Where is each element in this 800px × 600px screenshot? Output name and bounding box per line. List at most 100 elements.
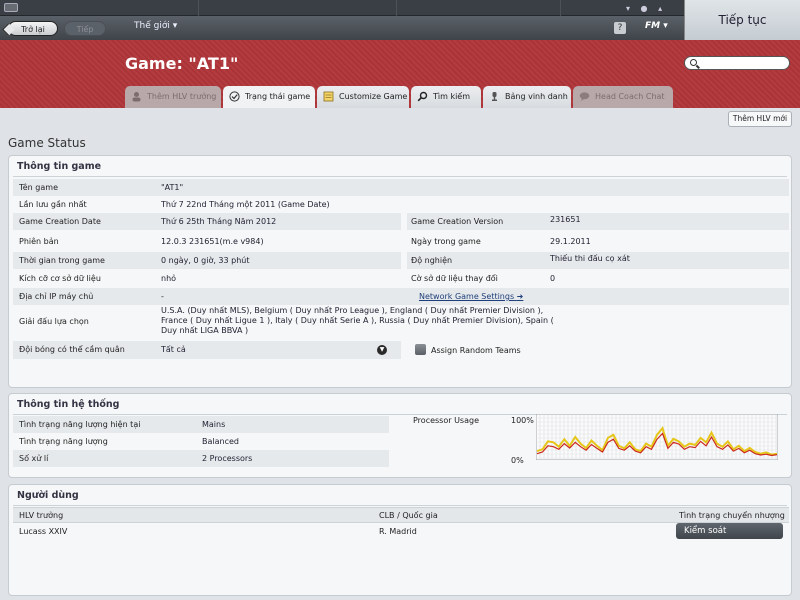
tab-hall-of-fame[interactable]: Bảng vinh danh [483, 86, 571, 108]
label: Độ nghiện [411, 256, 453, 265]
page-title: Game: "AT1" [125, 54, 239, 73]
info-row: Ngày trong game 29.1.2011 [407, 233, 789, 250]
section-heading: Game Status [8, 136, 86, 150]
game-info-panel: Thông tin game Tên game "AT1" Lần lưu gầ… [8, 155, 792, 388]
table-row[interactable]: Lucass XXIV R. Madrid [13, 524, 789, 541]
window-controls-icon[interactable]: ▾ ● ▴ [626, 4, 666, 13]
info-row: Thời gian trong game 0 ngày, 0 giờ, 33 p… [13, 252, 401, 269]
label: Đội bóng có thể cầm quân [19, 345, 125, 354]
teams-select[interactable]: Tất cả [161, 341, 186, 358]
info-row: Tên game "AT1" [13, 179, 789, 196]
search-icon [690, 59, 697, 66]
divider [13, 176, 787, 177]
info-row: Đội bóng có thể cầm quân Tất cả ▼ [13, 341, 401, 359]
chevron-down-icon: ▾ [663, 21, 668, 31]
strip-divider [396, 0, 397, 16]
axis-min-label: 0% [511, 456, 524, 465]
value: Thứ 6 25th Tháng Năm 2012 [161, 217, 277, 226]
dropdown-arrow-icon[interactable]: ▼ [377, 345, 387, 355]
tab-label: Head Coach Chat [595, 92, 665, 101]
chat-icon [579, 92, 590, 101]
value: 0 ngày, 0 giờ, 33 phút [161, 256, 250, 265]
trophy-icon [492, 92, 497, 101]
top-strip: ▾ ● ▴ [0, 0, 684, 16]
add-coach-button[interactable]: Thêm HLV mới [728, 111, 792, 127]
label: Thời gian trong game [19, 256, 105, 265]
tab-game-status[interactable]: Trạng thái game [223, 86, 315, 108]
label: Số xử lí [19, 454, 49, 463]
check-icon [229, 91, 240, 102]
value: Balanced [202, 437, 239, 446]
link-label: Network Game Settings [419, 292, 515, 301]
info-row: Địa chỉ IP máy chủ - Network Game Settin… [13, 288, 789, 305]
help-button[interactable]: ? [614, 22, 626, 34]
club-name: R. Madrid [379, 527, 417, 536]
random-teams-checkbox[interactable] [415, 344, 426, 355]
search-icon [417, 91, 428, 102]
value: nhỏ [161, 274, 177, 283]
tab-label: Thêm HLV trưởng [147, 92, 217, 101]
tab-label: Tìm kiếm [433, 92, 471, 101]
info-row: Độ nghiện Thiếu thi đấu cọ xát [407, 252, 789, 269]
value: 0 [550, 274, 556, 283]
panel-title: Thông tin hệ thống [17, 399, 120, 410]
info-row: Số xử lí 2 Processors [13, 450, 389, 467]
control-button[interactable]: Kiểm soát [676, 523, 783, 539]
info-row: Game Creation Version 231651 [407, 213, 789, 230]
value: 2 Processors [202, 454, 253, 463]
label: Phiên bản [19, 237, 59, 246]
value: Mains [202, 420, 226, 429]
info-row: Kích cỡ cơ sở dữ liệu nhỏ [13, 270, 401, 287]
value: 12.0.3 231651(m.e v984) [161, 237, 264, 246]
world-menu-label: Thế giới [134, 21, 170, 31]
fm-menu[interactable]: FM ▾ [645, 21, 668, 31]
arrow-right-icon: ➜ [516, 292, 524, 301]
panel-title: Thông tin game [17, 161, 102, 172]
label: Địa chỉ IP máy chủ [19, 292, 94, 301]
value: 29.1.2011 [550, 237, 591, 246]
continue-button[interactable]: Tiếp tục [684, 0, 800, 40]
column-header[interactable]: HLV trưởng [19, 508, 63, 524]
info-row: Tình trạng năng lượng Balanced [13, 433, 389, 450]
users-panel: Người dùng HLV trưởng CLB / Quốc gia Tìn… [8, 484, 792, 596]
label: Game Creation Date [19, 217, 101, 226]
label: Game Creation Version [411, 217, 504, 226]
label: Tình trạng năng lượng [19, 437, 108, 446]
value: - [161, 292, 164, 301]
random-teams-label: Assign Random Teams [431, 346, 521, 355]
tab-label: Trạng thái game [245, 92, 311, 101]
info-row: Tình trạng năng lượng hiện tại Mains [13, 416, 389, 433]
label: Kích cỡ cơ sở dữ liệu [19, 274, 101, 283]
world-menu[interactable]: Thế giới ▾ [134, 21, 177, 31]
back-button[interactable]: Trở lại [8, 21, 58, 36]
nav-bar: Trở lại Tiếp [0, 16, 684, 40]
network-settings-link[interactable]: Network Game Settings ➜ [419, 288, 523, 305]
tab-add-coach[interactable]: Thêm HLV trưởng [125, 86, 221, 108]
coach-name: Lucass XXIV [19, 527, 68, 536]
strip-divider [560, 0, 561, 16]
value: "AT1" [161, 183, 184, 192]
label: Lần lưu gần nhất [19, 200, 87, 209]
tab-head-coach-chat[interactable]: Head Coach Chat [573, 86, 673, 108]
keyboard-icon[interactable] [4, 3, 18, 12]
tab-search[interactable]: Tìm kiếm [411, 86, 481, 108]
search-input[interactable] [684, 56, 790, 70]
label: Giải đấu lựa chọn [19, 317, 89, 326]
forward-button[interactable]: Tiếp [64, 21, 106, 36]
value: Thiếu thi đấu cọ xát [550, 254, 630, 263]
table-header: HLV trưởng CLB / Quốc gia Tình trạng chu… [13, 507, 789, 523]
tab-customize-game[interactable]: Customize Game [317, 86, 409, 108]
label: Ngày trong game [411, 237, 481, 246]
info-row: Phiên bản 12.0.3 231651(m.e v984) [13, 233, 401, 250]
label: Cờ sở dữ liệu thay đổi [411, 274, 498, 283]
tab-label: Bảng vinh danh [505, 92, 568, 101]
strip-divider [198, 0, 199, 16]
tab-label: Customize Game [339, 92, 408, 101]
info-row: Giải đấu lựa chọn U.S.A. (Duy nhất MLS),… [13, 305, 789, 339]
person-icon [132, 92, 141, 102]
processor-usage-chart [536, 414, 778, 460]
column-header[interactable]: CLB / Quốc gia [379, 508, 438, 524]
processor-usage-label: Processor Usage [413, 416, 479, 425]
fm-logo: FM [645, 21, 661, 31]
column-header[interactable]: Tình trạng chuyển nhượng [679, 508, 785, 524]
